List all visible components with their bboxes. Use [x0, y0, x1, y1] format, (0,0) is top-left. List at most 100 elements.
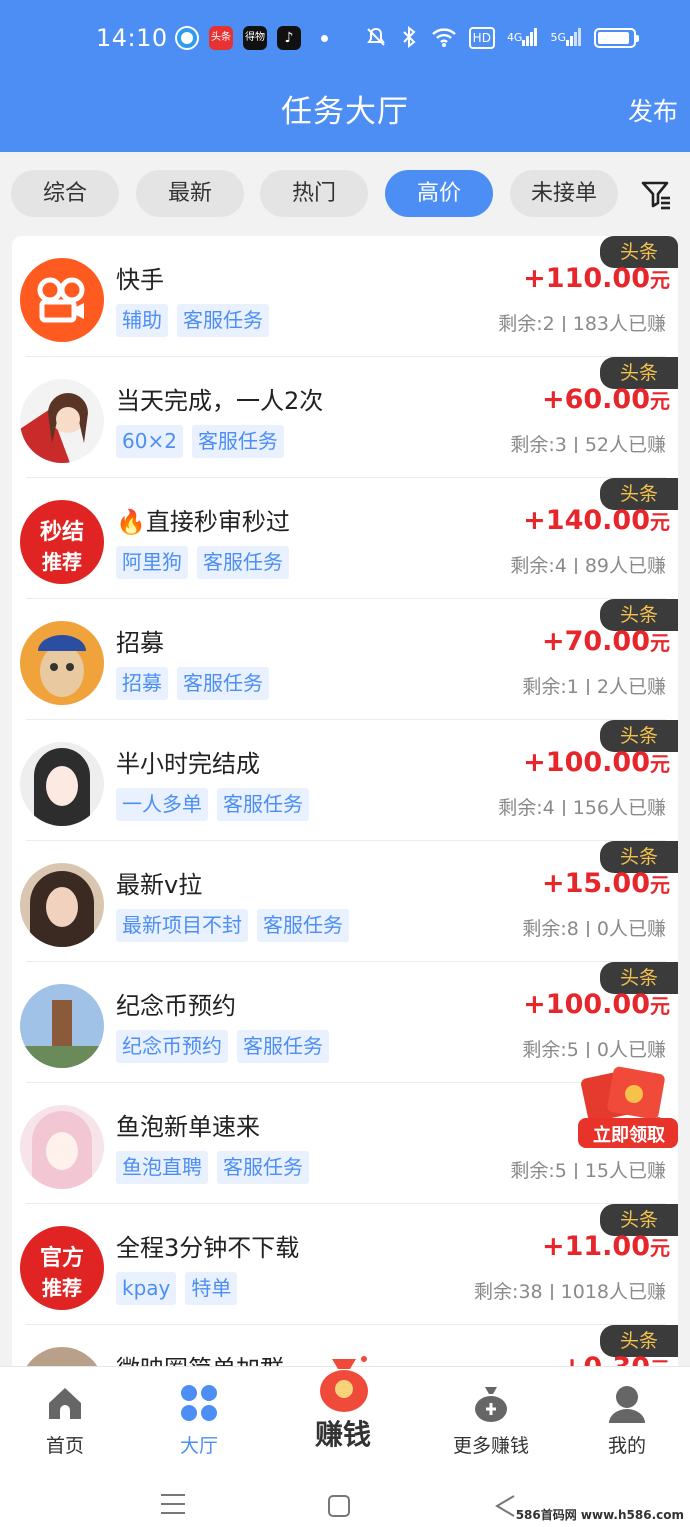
task-item[interactable]: 招募 招募 客服任务 头条 +70.00元 剩余:1 2人已赚 [12, 599, 678, 720]
task-tags: kpay 特单 [116, 1272, 238, 1305]
nav-mine[interactable]: 我的 [562, 1367, 690, 1467]
blue-circle-app-icon [175, 26, 199, 50]
nav-more-earn[interactable]: 更多赚钱 [426, 1367, 556, 1467]
task-item[interactable]: 纪念币预约 纪念币预约 客服任务 头条 +100.00元 剩余:5 0人已赚 [12, 962, 678, 1083]
task-price-value: +70.00 [541, 626, 650, 657]
nav-home[interactable]: 首页 [0, 1367, 130, 1467]
task-price: +15.00元 [542, 868, 670, 899]
tiktok-app-icon: ♪ [277, 26, 301, 50]
task-meta: 剩余:8 0人已赚 [522, 914, 666, 941]
task-name: 🔥直接秒审秒过 [116, 508, 290, 536]
system-nav-bar: 586首码网 www.h586.com [0, 1466, 690, 1527]
tab-not-taken[interactable]: 未接单 [510, 170, 618, 217]
task-price-value: +15.00 [541, 868, 650, 899]
task-earned-count: 2人已赚 [596, 676, 666, 698]
task-price-value: +0.30 [561, 1352, 650, 1366]
task-meta: 剩余:4 89人已赚 [510, 551, 666, 578]
nav-earn[interactable]: 赚钱 [278, 1356, 408, 1467]
task-remaining: 剩余:4 [510, 555, 567, 577]
signal-5g-icon: 5G [550, 26, 582, 50]
task-price: +60.00元 [542, 384, 670, 415]
meta-divider [574, 1163, 577, 1179]
signal-4g-icon: 4G [507, 26, 539, 50]
task-avatar: 官方 推荐 [20, 1226, 104, 1310]
task-earned-count: 183人已赚 [572, 313, 666, 335]
bottom-nav: 首页 大厅 赚钱 更多赚钱 我的 [0, 1356, 690, 1467]
status-time: 14:10 [96, 24, 168, 52]
task-tags: 鱼泡直聘 客服任务 [116, 1151, 309, 1184]
task-item[interactable]: 当天完成，一人2次 60×2 客服任务 头条 +60.00元 剩余:3 52人已赚 [12, 357, 678, 478]
task-remaining: 剩余:1 [522, 676, 579, 698]
task-avatar: 秒结 推荐 [20, 500, 104, 584]
avatar-text: 官方 [39, 1246, 84, 1271]
task-tag: 招募 [116, 667, 168, 700]
nav-mine-label: 我的 [607, 1435, 646, 1457]
task-item[interactable]: 快手 辅助 客服任务 头条 +110.00元 剩余:2 183人已赚 [12, 236, 678, 357]
task-tag: 60×2 [116, 425, 183, 458]
nav-hall[interactable]: 大厅 [134, 1367, 264, 1467]
task-price-unit: 元 [650, 1357, 670, 1366]
task-tag: 客服任务 [257, 909, 349, 942]
task-remaining: 剩余:2 [498, 313, 555, 335]
user-icon [609, 1386, 645, 1423]
task-tag: kpay [116, 1272, 177, 1305]
task-tag: 辅助 [116, 304, 168, 337]
task-name: 微映圈简单加群 [116, 1349, 284, 1366]
toutiao-app-icon: 头条 [209, 26, 233, 50]
task-price-value: +110.00 [523, 263, 650, 294]
publish-button[interactable]: 发布 [628, 92, 678, 128]
task-meta: 剩余:5 0人已赚 [522, 1035, 666, 1062]
meta-divider [586, 1042, 589, 1058]
red-envelope-promo[interactable]: 立即领取 [574, 1066, 682, 1154]
home-square-icon[interactable] [327, 1494, 351, 1518]
task-meta: 剩余:1 2人已赚 [522, 672, 666, 699]
meta-divider [574, 558, 577, 574]
task-item[interactable]: 最新v拉 最新项目不封 客服任务 头条 +15.00元 剩余:8 0人已赚 [12, 841, 678, 962]
task-earned-count: 1018人已赚 [560, 1281, 666, 1303]
task-earned-count: 0人已赚 [596, 1039, 666, 1061]
task-meta: 剩余:5 15人已赚 [510, 1156, 666, 1183]
meta-divider [586, 679, 589, 695]
meta-divider [574, 437, 577, 453]
task-tag: 一人多单 [116, 788, 208, 821]
task-price-value: +11.00 [541, 1231, 650, 1262]
task-name: 鱼泡新单速来 [116, 1113, 260, 1141]
task-meta: 剩余:4 156人已赚 [498, 793, 666, 820]
task-avatar [20, 863, 104, 947]
back-icon[interactable] [494, 1494, 516, 1518]
task-item[interactable]: 官方 推荐 全程3分钟不下载 kpay 特单 头条 +11.00元 剩余:38 1018人已赚 [12, 1204, 678, 1325]
task-name: 当天完成，一人2次 [116, 387, 324, 415]
coin-bag-icon [475, 1387, 507, 1422]
task-earned-count: 52人已赚 [584, 434, 666, 456]
task-earned-count: 89人已赚 [584, 555, 666, 577]
task-price: +70.00元 [542, 626, 670, 657]
task-tag: 客服任务 [191, 425, 284, 458]
task-avatar [20, 621, 104, 705]
tab-latest[interactable]: 最新 [136, 170, 244, 217]
nav-more-earn-label: 更多赚钱 [452, 1435, 529, 1457]
task-avatar [20, 258, 104, 342]
task-price-value: +60.00 [541, 384, 650, 415]
battery-icon [594, 28, 639, 48]
task-price: +140.00元 [523, 505, 670, 536]
tab-hot[interactable]: 热门 [260, 170, 368, 217]
wifi-icon [431, 26, 457, 50]
task-meta: 剩余:3 52人已赚 [510, 430, 666, 457]
menu-icon[interactable] [160, 1492, 186, 1516]
task-earned-count: 156人已赚 [572, 797, 666, 819]
signal-4g-label: 4G [506, 31, 523, 44]
task-item[interactable]: 半小时完结成 一人多单 客服任务 头条 +100.00元 剩余:4 156人已赚 [12, 720, 678, 841]
notification-icons: 头条 得物 ♪ [175, 26, 328, 50]
task-price-unit: 元 [650, 268, 670, 292]
task-item[interactable]: 秒结 推荐 🔥直接秒审秒过 阿里狗 客服任务 头条 +140.00元 剩余:4 89人已赚 [12, 478, 678, 599]
header: 14:10 头条 得物 ♪ HD 4G 5G 任务大厅 发布 [0, 0, 690, 152]
meta-divider [562, 800, 565, 816]
task-tag: 客服任务 [217, 1151, 309, 1184]
tab-comprehensive[interactable]: 综合 [11, 170, 119, 217]
task-tags: 辅助 客服任务 [116, 304, 269, 337]
task-tag: 客服任务 [177, 667, 269, 700]
filter-icon[interactable] [640, 178, 672, 210]
money-bag-icon [320, 1356, 368, 1412]
task-price-unit: 元 [650, 631, 670, 655]
tab-high-price[interactable]: 高价 [385, 170, 493, 217]
